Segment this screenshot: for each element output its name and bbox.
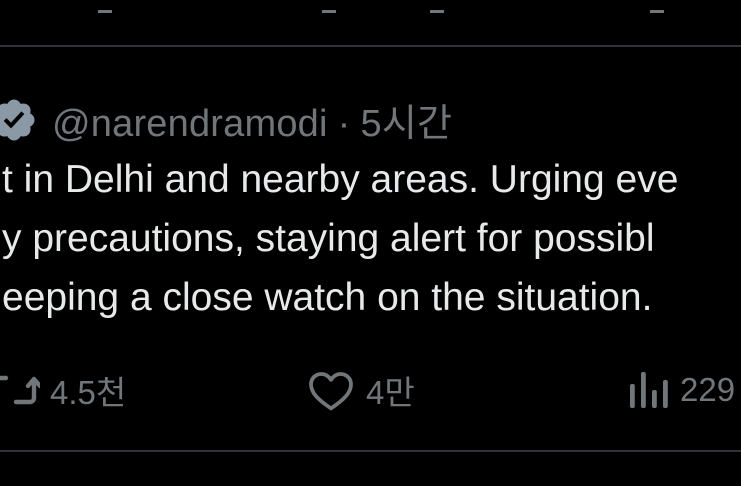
tweet-divider-top	[0, 45, 741, 47]
retweet-icon	[0, 375, 40, 405]
retweet-count: 4.5천	[50, 374, 127, 411]
tweet-body: t in Delhi and nearby areas. Urging eve …	[0, 150, 741, 327]
views-button[interactable]: 229	[628, 362, 735, 418]
previous-action-icon[interactable]	[430, 0, 444, 13]
retweet-button[interactable]: 4.5천	[0, 362, 126, 418]
tweet-timestamp[interactable]: 5시간	[361, 103, 453, 145]
views-chart-icon	[630, 372, 668, 408]
tweet-divider-bottom	[0, 450, 741, 452]
like-count: 4만	[366, 374, 415, 411]
views-count: 229	[680, 371, 736, 408]
like-button[interactable]: 4만	[306, 362, 415, 418]
previous-action-icon[interactable]	[650, 0, 664, 13]
tweet-action-bar: 4.5천 4만 229	[0, 362, 741, 418]
tweet-text-line: t in Delhi and nearby areas. Urging eve	[2, 158, 679, 201]
verified-badge-icon[interactable]	[0, 96, 38, 144]
tweet-text-line: y precautions, staying alert for possibl	[2, 217, 655, 260]
meta-separator: ·	[337, 103, 351, 145]
previous-action-icon[interactable]	[98, 0, 112, 13]
previous-action-icon[interactable]	[322, 0, 336, 13]
heart-icon	[309, 372, 353, 411]
tweet-text-line: eeping a close watch on the situation.	[2, 276, 653, 319]
tweet-author-meta: @narendramodi · 5시간	[52, 92, 452, 147]
previous-tweet-actions	[0, 0, 741, 14]
author-handle[interactable]: @narendramodi	[52, 103, 328, 145]
